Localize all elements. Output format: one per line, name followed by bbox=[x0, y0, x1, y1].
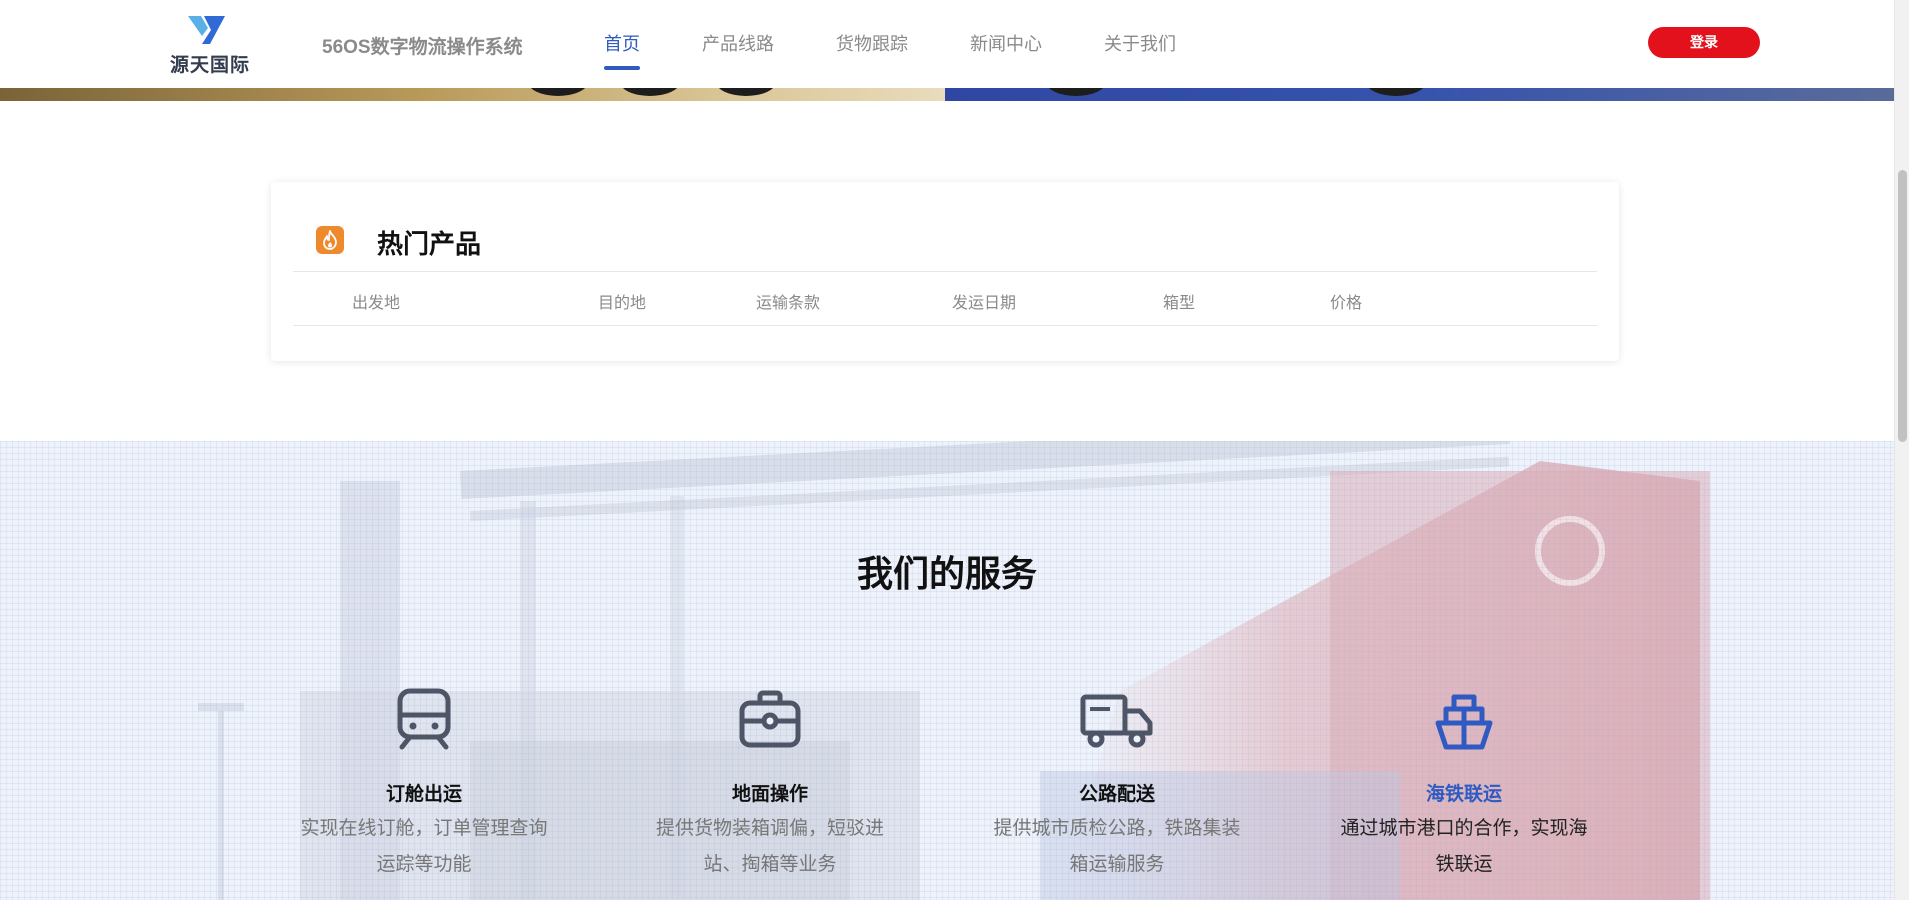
hot-products-card: 热门产品 出发地 目的地 运输条款 发运日期 箱型 价格 bbox=[271, 182, 1619, 361]
service-desc-road-delivery: 提供城市质检公路，铁路集装 箱运输服务 bbox=[977, 811, 1257, 883]
service-desc-sea-rail: 通过城市港口的合作，实现海 铁联运 bbox=[1324, 811, 1604, 883]
column-header-ship-date: 发运日期 bbox=[952, 295, 1017, 312]
nav-item-product-routes[interactable]: 产品线路 bbox=[702, 30, 774, 56]
service-desc-line: 提供城市质检公路，铁路集装 bbox=[993, 818, 1241, 839]
column-header-origin: 出发地 bbox=[352, 295, 401, 312]
banner-wheel bbox=[528, 88, 588, 96]
logo[interactable]: 源天国际 bbox=[170, 14, 251, 76]
nav-item-about-us[interactable]: 关于我们 bbox=[1104, 30, 1176, 56]
logo-text: 源天国际 bbox=[170, 55, 251, 76]
nav-active-underline bbox=[604, 66, 640, 70]
banner-wheel bbox=[716, 88, 776, 96]
service-name-road-delivery[interactable]: 公路配送 bbox=[977, 779, 1257, 806]
banner-wheel bbox=[1366, 88, 1426, 96]
service-desc-line: 提供货物装箱调偏，短驳进 bbox=[655, 818, 884, 839]
briefcase-icon[interactable] bbox=[738, 687, 802, 751]
ship-icon[interactable] bbox=[1432, 687, 1496, 751]
scrollbar-thumb[interactable] bbox=[1898, 170, 1907, 442]
service-desc-line: 站、掏箱等业务 bbox=[703, 854, 837, 875]
banner-wheel bbox=[1046, 88, 1106, 96]
page-scrollbar[interactable] bbox=[1894, 0, 1909, 900]
column-header-container-type: 箱型 bbox=[1163, 295, 1196, 312]
nav-label-cargo-tracking: 货物跟踪 bbox=[836, 34, 908, 54]
service-name-sea-rail[interactable]: 海铁联运 bbox=[1324, 779, 1604, 806]
nav-item-cargo-tracking[interactable]: 货物跟踪 bbox=[836, 30, 908, 56]
train-icon[interactable] bbox=[392, 687, 456, 751]
service-desc-ground-ops: 提供货物装箱调偏，短驳进 站、掏箱等业务 bbox=[630, 811, 910, 883]
banner-image-left bbox=[0, 88, 945, 101]
column-header-price: 价格 bbox=[1330, 295, 1363, 312]
nav-label-home: 首页 bbox=[604, 34, 640, 54]
service-desc-line: 实现在线订舱，订单管理查询 bbox=[300, 818, 548, 839]
top-header: 源天国际 56OS数字物流操作系统 首页 产品线路 货物跟踪 新闻中心 关于我们… bbox=[0, 0, 1894, 88]
fire-icon bbox=[316, 226, 344, 254]
nav-item-news-center[interactable]: 新闻中心 bbox=[970, 30, 1042, 56]
column-header-destination: 目的地 bbox=[598, 295, 647, 312]
services-title: 我们的服务 bbox=[856, 553, 1037, 594]
service-name-ground-ops[interactable]: 地面操作 bbox=[630, 779, 910, 806]
service-desc-booking: 实现在线订舱，订单管理查询 运踪等功能 bbox=[284, 811, 564, 883]
hot-products-title: 热门产品 bbox=[377, 229, 482, 259]
service-name-booking[interactable]: 订舱出运 bbox=[284, 779, 564, 806]
column-header-transport-terms: 运输条款 bbox=[756, 295, 821, 312]
banner-wheel bbox=[620, 88, 680, 96]
logo-mark-icon bbox=[188, 16, 225, 44]
hot-products-table-header: 出发地 目的地 运输条款 发运日期 箱型 价格 bbox=[293, 271, 1597, 326]
truck-icon[interactable] bbox=[1080, 687, 1154, 751]
services-section: 我们的服务 订舱出运 实现在线订舱，订单管理查询 运踪等功能 地面操作 提供货物… bbox=[0, 441, 1894, 900]
service-desc-line: 运踪等功能 bbox=[376, 854, 472, 875]
nav-label-news-center: 新闻中心 bbox=[970, 34, 1042, 54]
banner-carousel-edge bbox=[0, 88, 1894, 101]
service-desc-line: 箱运输服务 bbox=[1069, 854, 1165, 875]
login-button[interactable]: 登录 bbox=[1648, 27, 1760, 58]
service-desc-line: 铁联运 bbox=[1435, 854, 1493, 875]
nav-label-about-us: 关于我们 bbox=[1104, 34, 1176, 54]
main-nav: 首页 产品线路 货物跟踪 新闻中心 关于我们 bbox=[604, 30, 1238, 70]
banner-image-right bbox=[945, 88, 1894, 101]
nav-label-product-routes: 产品线路 bbox=[702, 34, 774, 54]
page: 源天国际 56OS数字物流操作系统 首页 产品线路 货物跟踪 新闻中心 关于我们… bbox=[0, 0, 1909, 900]
nav-item-home[interactable]: 首页 bbox=[604, 30, 640, 70]
system-name: 56OS数字物流操作系统 bbox=[322, 37, 523, 58]
service-desc-line: 通过城市港口的合作，实现海 bbox=[1340, 818, 1588, 839]
